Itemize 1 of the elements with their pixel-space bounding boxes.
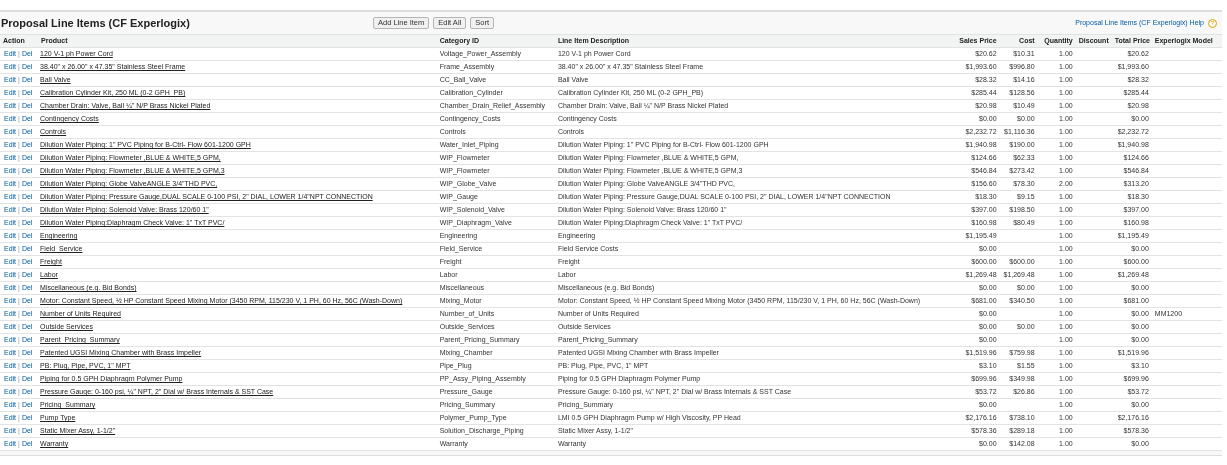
section-title: Proposal Line Items (CF Experlogix) [1, 15, 191, 31]
